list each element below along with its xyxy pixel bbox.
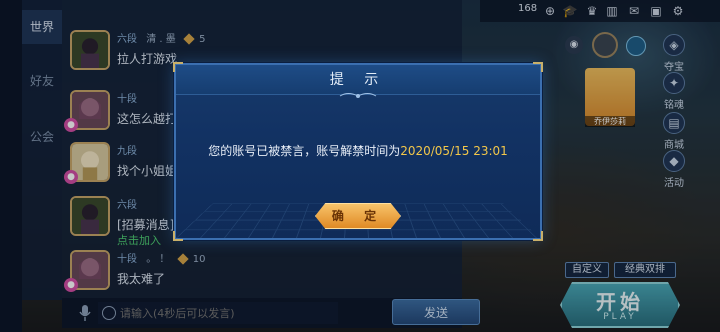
dialog-message: 您的账号已被禁言，账号解禁时间为2020/05/15 23:01 (176, 142, 540, 159)
title-ornament-icon (339, 93, 377, 98)
dialog-title: 提 示 (329, 72, 387, 88)
ban-until-time: 2020/05/15 23:01 (400, 144, 508, 158)
confirm-label[interactable]: 确 定 (315, 207, 401, 224)
message-prefix: 您的账号已被禁言，账号解禁时间为 (208, 144, 401, 158)
ban-notice-dialog: 提 示 您的账号已被禁言，账号解禁时间为2020/05/15 23:01 确 定 (173, 62, 543, 241)
